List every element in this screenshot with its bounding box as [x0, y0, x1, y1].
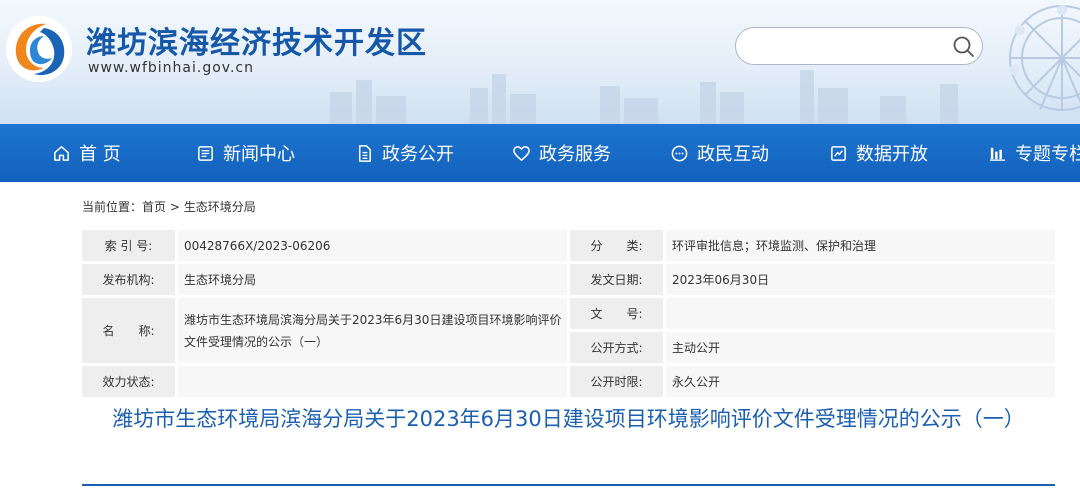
date-label: 发文日期:: [570, 264, 666, 298]
article-title: 潍坊市生态环境局滨海分局关于2023年6月30日建设项目环境影响评价文件受理情况…: [112, 407, 1025, 431]
doc-no-label: 文 号:: [570, 298, 666, 332]
nav-item-label: 首 页: [79, 144, 121, 165]
nav-item-interaction[interactable]: 政民互动: [670, 124, 769, 182]
breadcrumb-prefix: 当前位置：: [82, 200, 143, 214]
index-no-value: 00428766X/2023-06206: [178, 230, 570, 264]
bar-chart-icon: [989, 147, 1006, 161]
document-icon: [358, 144, 371, 162]
nav-item-label: 政务服务: [539, 144, 611, 165]
open-period-label: 公开时限:: [570, 366, 666, 400]
category-value: 环评审批信息；环境监测、保护和治理: [666, 230, 1055, 264]
open-period-value: 永久公开: [666, 366, 1055, 400]
breadcrumb-separator: >: [166, 200, 184, 214]
site-header: 潍坊滨海经济技术开发区 www.wfbinhai.gov.cn: [0, 0, 1080, 124]
main-nav: 首 页 新闻中心 政务公开 政务服务 政民互动 数据开放 专题专栏: [0, 124, 1080, 182]
validity-label: 效力状态:: [82, 366, 178, 400]
open-mode-label: 公开方式:: [570, 332, 666, 366]
open-mode-value: 主动公开: [666, 332, 1055, 366]
nav-item-home[interactable]: 首 页: [52, 124, 121, 182]
breadcrumb-current-link[interactable]: 生态环境分局: [184, 200, 256, 214]
site-url: www.wfbinhai.gov.cn: [88, 60, 255, 76]
nav-item-gov-affairs[interactable]: 政务公开: [355, 124, 454, 182]
chart-edit-icon: [831, 145, 846, 161]
chat-bubble-icon: [671, 145, 688, 161]
date-value: 2023年06月30日: [666, 264, 1055, 298]
breadcrumb: 当前位置：首页 > 生态环境分局: [82, 198, 256, 215]
search-icon[interactable]: [952, 35, 976, 59]
newspaper-icon: [198, 145, 213, 161]
nav-item-label: 专题专栏: [1015, 144, 1080, 165]
category-label: 分 类:: [570, 230, 666, 264]
nav-item-label: 新闻中心: [223, 144, 295, 165]
nav-item-label: 数据开放: [856, 144, 928, 165]
home-icon: [54, 145, 69, 161]
publisher-label: 发布机构:: [82, 264, 178, 298]
doc-no-value: [666, 298, 1055, 332]
nav-item-label: 政民互动: [697, 144, 769, 165]
heart-icon: [513, 145, 530, 161]
nav-item-label: 政务公开: [382, 144, 454, 165]
nav-item-open-data[interactable]: 数据开放: [829, 124, 928, 182]
publisher-value: 生态环境分局: [178, 264, 570, 298]
breadcrumb-home-link[interactable]: 首页: [142, 200, 166, 214]
document-info-table: 索 引 号: 00428766X/2023-06206 分 类: 环评审批信息；…: [82, 230, 1055, 400]
index-no-label: 索 引 号:: [82, 230, 178, 264]
nav-item-special-topics[interactable]: 专题专栏: [988, 124, 1080, 182]
search-box[interactable]: [735, 27, 983, 65]
wave-logo-icon[interactable]: [4, 14, 74, 84]
nav-item-gov-services[interactable]: 政务服务: [512, 124, 611, 182]
name-label: 名 称:: [82, 298, 178, 366]
search-input[interactable]: [752, 34, 942, 58]
site-title[interactable]: 潍坊滨海经济技术开发区: [86, 18, 427, 62]
nav-item-news[interactable]: 新闻中心: [196, 124, 295, 182]
title-divider: [82, 484, 1055, 486]
validity-value: [178, 366, 570, 400]
name-value: 潍坊市生态环境局滨海分局关于2023年6月30日建设项目环境影响评价文件受理情况…: [178, 298, 570, 366]
